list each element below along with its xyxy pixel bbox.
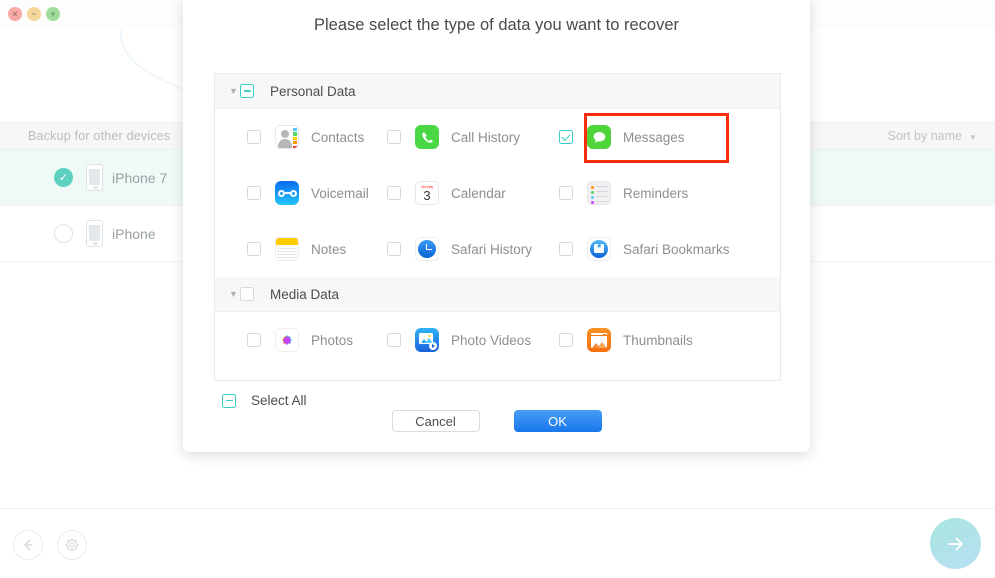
checkbox-safari-bookmarks[interactable] (559, 242, 573, 256)
checkbox-photo-videos[interactable] (387, 333, 401, 347)
data-type-item-reminders[interactable]: Reminders (559, 181, 731, 205)
checkbox-contacts[interactable] (247, 130, 261, 144)
data-type-label: Reminders (623, 185, 689, 201)
safari-history-icon (415, 237, 439, 261)
device-selected-check-icon[interactable]: ✓ (54, 168, 73, 187)
close-window-button[interactable]: × (8, 7, 22, 21)
checkbox-reminders[interactable] (559, 186, 573, 200)
iphone-icon (86, 164, 103, 191)
toolbar-divider (0, 508, 995, 509)
data-type-label: Notes (311, 241, 347, 257)
data-type-item-notes[interactable]: Notes (215, 237, 387, 261)
media-data-grid: Photos Photo Videos Thumbnails (215, 312, 780, 368)
safari-bookmarks-icon (587, 237, 611, 261)
group-checkbox-personal-data[interactable] (240, 84, 254, 98)
group-header-personal-data[interactable]: ▼ Personal Data (215, 74, 780, 109)
data-type-label: Thumbnails (623, 332, 693, 348)
sort-by-name-label: Sort by name (887, 129, 962, 143)
checkbox-calendar[interactable] (387, 186, 401, 200)
checkbox-thumbnails[interactable] (559, 333, 573, 347)
group-label: Personal Data (270, 83, 356, 99)
checkbox-photos[interactable] (247, 333, 261, 347)
recover-data-type-dialog: Please select the type of data you want … (183, 0, 810, 452)
dialog-title: Please select the type of data you want … (313, 16, 680, 34)
data-type-row: Voicemail Sunday 3 Calendar Reminders (215, 165, 780, 221)
checkbox-voicemail[interactable] (247, 186, 261, 200)
ok-button[interactable]: OK (513, 410, 602, 432)
select-all-checkbox[interactable] (222, 393, 236, 408)
group-checkbox-media-data[interactable] (240, 287, 254, 301)
data-type-item-voicemail[interactable]: Voicemail (215, 181, 387, 205)
data-type-row: Photos Photo Videos Thumbnails (215, 312, 780, 368)
data-type-label: Voicemail (311, 185, 369, 201)
arrow-right-icon (947, 537, 963, 550)
gear-icon (65, 538, 79, 552)
contacts-icon (275, 125, 299, 149)
device-radio-icon[interactable] (54, 224, 73, 243)
data-type-label: Safari Bookmarks (623, 241, 730, 257)
checkbox-notes[interactable] (247, 242, 261, 256)
dialog-button-bar: Cancel OK (183, 410, 810, 432)
back-button[interactable] (13, 530, 43, 560)
data-type-item-photos[interactable]: Photos (215, 328, 387, 352)
phone-icon (415, 125, 439, 149)
settings-button[interactable] (57, 530, 87, 560)
photos-icon (275, 328, 299, 352)
data-type-panel: ▼ Personal Data Contacts Call History Me… (214, 73, 781, 381)
cancel-button[interactable]: Cancel (391, 410, 480, 432)
data-type-row: Contacts Call History Messages (215, 109, 780, 165)
data-type-item-safari-history[interactable]: Safari History (387, 237, 559, 261)
data-type-item-calendar[interactable]: Sunday 3 Calendar (387, 181, 559, 205)
data-type-label: Photo Videos (451, 332, 532, 348)
next-button[interactable] (930, 518, 981, 569)
chevron-down-icon[interactable]: ▼ (229, 86, 240, 96)
notes-icon (275, 237, 299, 261)
select-all-row[interactable]: Select All (222, 393, 307, 408)
data-type-item-photo-videos[interactable]: Photo Videos (387, 328, 559, 352)
checkbox-call-history[interactable] (387, 130, 401, 144)
reminders-icon (587, 181, 611, 205)
checkbox-safari-history[interactable] (387, 242, 401, 256)
arrow-left-icon (24, 539, 33, 551)
calendar-day-number: 3 (423, 188, 431, 203)
data-type-label: Photos (311, 332, 354, 348)
checkbox-messages[interactable] (559, 130, 573, 144)
data-type-row: Notes Safari History Safari Bookmarks (215, 221, 780, 277)
photo-videos-icon (415, 328, 439, 352)
maximize-window-button[interactable]: + (46, 7, 60, 21)
data-type-item-thumbnails[interactable]: Thumbnails (559, 328, 731, 352)
data-type-label: Contacts (311, 129, 365, 145)
minimize-window-button[interactable]: − (27, 7, 41, 21)
thumbnails-icon (587, 328, 611, 352)
data-type-label: Messages (623, 129, 685, 145)
personal-data-grid: Contacts Call History Messages Voicemail… (215, 109, 780, 277)
group-header-media-data[interactable]: ▼ Media Data (215, 277, 780, 312)
messages-icon (587, 125, 611, 149)
data-type-label: Call History (451, 129, 521, 145)
devices-header-label: Backup for other devices (28, 129, 171, 143)
data-type-item-contacts[interactable]: Contacts (215, 125, 387, 149)
data-type-item-messages[interactable]: Messages (559, 125, 731, 149)
chevron-down-icon[interactable]: ▼ (229, 289, 240, 299)
iphone-icon (86, 220, 103, 247)
sort-by-name-dropdown[interactable]: Sort by name ▾ (888, 129, 975, 143)
calendar-icon: Sunday 3 (415, 181, 439, 205)
data-type-label: Safari History (451, 241, 533, 257)
device-name: iPhone 7 (112, 169, 168, 186)
data-type-item-safari-bookmarks[interactable]: Safari Bookmarks (559, 237, 731, 261)
device-name: iPhone (112, 225, 156, 242)
data-type-item-call-history[interactable]: Call History (387, 125, 559, 149)
group-label: Media Data (270, 286, 340, 302)
voicemail-icon (275, 181, 299, 205)
data-type-label: Calendar (451, 185, 506, 201)
select-all-label: Select All (251, 393, 307, 408)
chevron-down-icon: ▾ (970, 132, 975, 142)
